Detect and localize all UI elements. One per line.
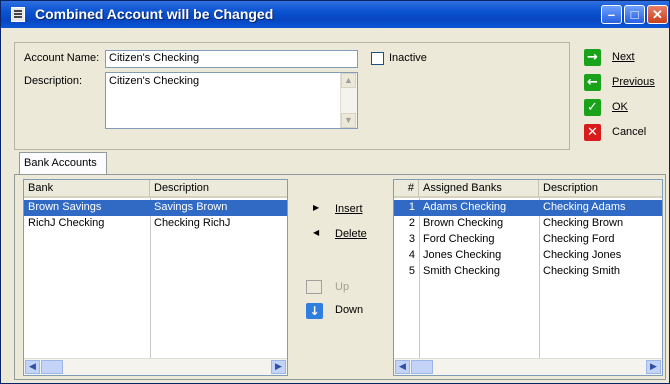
scroll-down-icon[interactable]: ▼ xyxy=(341,113,356,128)
insert-label: Insert xyxy=(335,203,363,215)
tab-bank-accounts[interactable]: Bank Accounts xyxy=(19,152,107,174)
scroll-thumb[interactable] xyxy=(41,360,63,374)
scroll-left-icon[interactable]: ◀ xyxy=(395,360,410,374)
down-button[interactable]: Down xyxy=(335,304,363,316)
minimize-icon: – xyxy=(607,7,616,22)
ok-button[interactable]: ✓ OK xyxy=(584,98,664,118)
table-row-description-cell[interactable]: Checking Smith xyxy=(539,264,662,280)
up-arrow-icon xyxy=(306,280,322,294)
column-header-number[interactable]: # xyxy=(394,180,419,198)
maximize-icon: □ xyxy=(630,7,639,22)
previous-label: Previous xyxy=(612,76,655,88)
account-panel: Account Name: Citizen's Checking Inactiv… xyxy=(14,42,570,150)
next-label: Next xyxy=(612,51,635,63)
dialog-window: Combined Account will be Changed – □ ✕ A… xyxy=(0,0,670,384)
scroll-up-icon[interactable]: ▲ xyxy=(341,73,356,88)
table-row-description-cell[interactable]: Savings Brown xyxy=(150,200,287,216)
column-header-description[interactable]: Description xyxy=(539,180,662,198)
next-button[interactable]: → Next xyxy=(584,48,664,68)
up-button[interactable]: Up xyxy=(335,281,349,293)
column-header-bank[interactable]: Bank xyxy=(24,180,150,198)
scroll-right-icon[interactable]: ▶ xyxy=(271,360,286,374)
table-row-number-cell[interactable]: 2 xyxy=(394,216,419,232)
description-text: Citizen's Checking xyxy=(109,75,200,87)
table-row-number-cell[interactable]: 5 xyxy=(394,264,419,280)
down-arrow-icon: ↓ xyxy=(306,303,323,319)
tab-bank-accounts-label: Bank Accounts xyxy=(24,157,97,169)
table-row-assigned-cell[interactable]: Ford Checking xyxy=(419,232,539,248)
horizontal-scrollbar[interactable]: ◀ ▶ xyxy=(394,358,662,375)
table-row-assigned-cell[interactable]: Smith Checking xyxy=(419,264,539,280)
cancel-button[interactable]: ✕ Cancel xyxy=(584,123,664,143)
checkmark-icon: ✓ xyxy=(584,99,601,116)
bank-grid[interactable]: Bank Description Brown Savings Savings B… xyxy=(23,179,288,376)
previous-button[interactable]: ← Previous xyxy=(584,73,664,93)
table-row-description-cell[interactable]: Checking RichJ xyxy=(150,216,287,232)
horizontal-scrollbar[interactable]: ◀ ▶ xyxy=(24,358,287,375)
triangle-right-icon: ▶ xyxy=(313,203,320,212)
maximize-button[interactable]: □ xyxy=(624,5,645,24)
table-row-number-cell[interactable]: 1 xyxy=(394,200,419,216)
table-row-number-cell[interactable]: 3 xyxy=(394,232,419,248)
ok-label: OK xyxy=(612,101,628,113)
table-row-description-cell[interactable]: Checking Brown xyxy=(539,216,662,232)
table-row-assigned-cell[interactable]: Jones Checking xyxy=(419,248,539,264)
assigned-banks-grid[interactable]: # Assigned Banks Description 1 Adams Che… xyxy=(393,179,663,376)
arrow-right-icon: → xyxy=(584,49,601,66)
table-row-description-cell[interactable]: Checking Adams xyxy=(539,200,662,216)
table-row-bank-cell[interactable]: RichJ Checking xyxy=(24,216,150,232)
cancel-label: Cancel xyxy=(612,126,647,138)
inactive-checkbox[interactable] xyxy=(371,52,384,65)
minimize-button[interactable]: – xyxy=(601,5,622,24)
title-bar[interactable]: Combined Account will be Changed – □ ✕ xyxy=(1,1,669,28)
column-header-assigned-banks[interactable]: Assigned Banks xyxy=(419,180,539,198)
table-row-description-cell[interactable]: Checking Jones xyxy=(539,248,662,264)
scroll-thumb[interactable] xyxy=(411,360,433,374)
table-row-description-cell[interactable]: Checking Ford xyxy=(539,232,662,248)
table-row-assigned-cell[interactable]: Adams Checking xyxy=(419,200,539,216)
x-icon: ✕ xyxy=(584,124,601,141)
account-name-label: Account Name: xyxy=(24,52,100,64)
close-icon: ✕ xyxy=(652,7,663,22)
inactive-label: Inactive xyxy=(389,52,427,64)
delete-label: Delete xyxy=(335,228,367,240)
table-row-assigned-cell[interactable]: Brown Checking xyxy=(419,216,539,232)
table-row-number-cell[interactable]: 4 xyxy=(394,248,419,264)
description-textarea[interactable]: Citizen's Checking ▲ ▼ xyxy=(105,72,358,129)
close-button[interactable]: ✕ xyxy=(647,5,668,24)
arrow-left-icon: ← xyxy=(584,74,601,91)
triangle-left-icon: ◀ xyxy=(313,228,320,237)
scroll-right-icon[interactable]: ▶ xyxy=(646,360,661,374)
window-title: Combined Account will be Changed xyxy=(35,6,274,22)
scroll-left-icon[interactable]: ◀ xyxy=(25,360,40,374)
column-header-description[interactable]: Description xyxy=(150,180,287,198)
app-icon xyxy=(11,7,25,22)
account-name-input[interactable]: Citizen's Checking xyxy=(105,50,358,68)
description-scrollbar[interactable]: ▲ ▼ xyxy=(340,73,357,128)
table-row-bank-cell[interactable]: Brown Savings xyxy=(24,200,150,216)
description-label: Description: xyxy=(24,75,83,87)
